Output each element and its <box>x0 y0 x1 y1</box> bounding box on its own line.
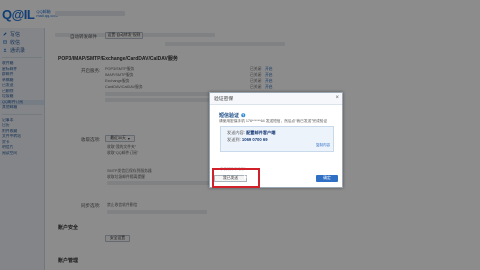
verify-heading-text: 短信验证 <box>219 113 240 119</box>
sms-to-row: 发送到: 1069 0700 69 <box>227 137 268 143</box>
verify-heading: 短信验证 ? <box>219 112 246 119</box>
close-icon[interactable]: × <box>335 95 339 101</box>
shield-icon: ? <box>241 113 246 118</box>
mouse-cursor-icon <box>244 175 247 180</box>
sms-to-value: 1069 0700 69 <box>241 137 268 142</box>
dialog-title-bar: 验证密保 <box>210 93 342 105</box>
dialog-title: 验证密保 <box>214 97 234 102</box>
sms-info-box: 发送内容: 配置邮件客户端 发送到: 1069 0700 69 复制内容 <box>220 126 334 152</box>
sms-content-label: 发送内容: <box>227 130 245 135</box>
highlight-box <box>212 168 260 188</box>
svg-text:?: ? <box>242 114 244 118</box>
sms-content-value: 配置邮件客户端 <box>246 130 276 135</box>
ok-button[interactable]: 确定 <box>316 175 338 182</box>
copy-content-link[interactable]: 复制内容 <box>316 143 330 148</box>
sms-content-row: 发送内容: 配置邮件客户端 <box>227 130 275 136</box>
verify-description: 请使用密保手机 176******64 发送短信，然后点“我已发送”完成验证 <box>219 119 328 123</box>
sms-to-label: 发送到: <box>227 137 241 142</box>
